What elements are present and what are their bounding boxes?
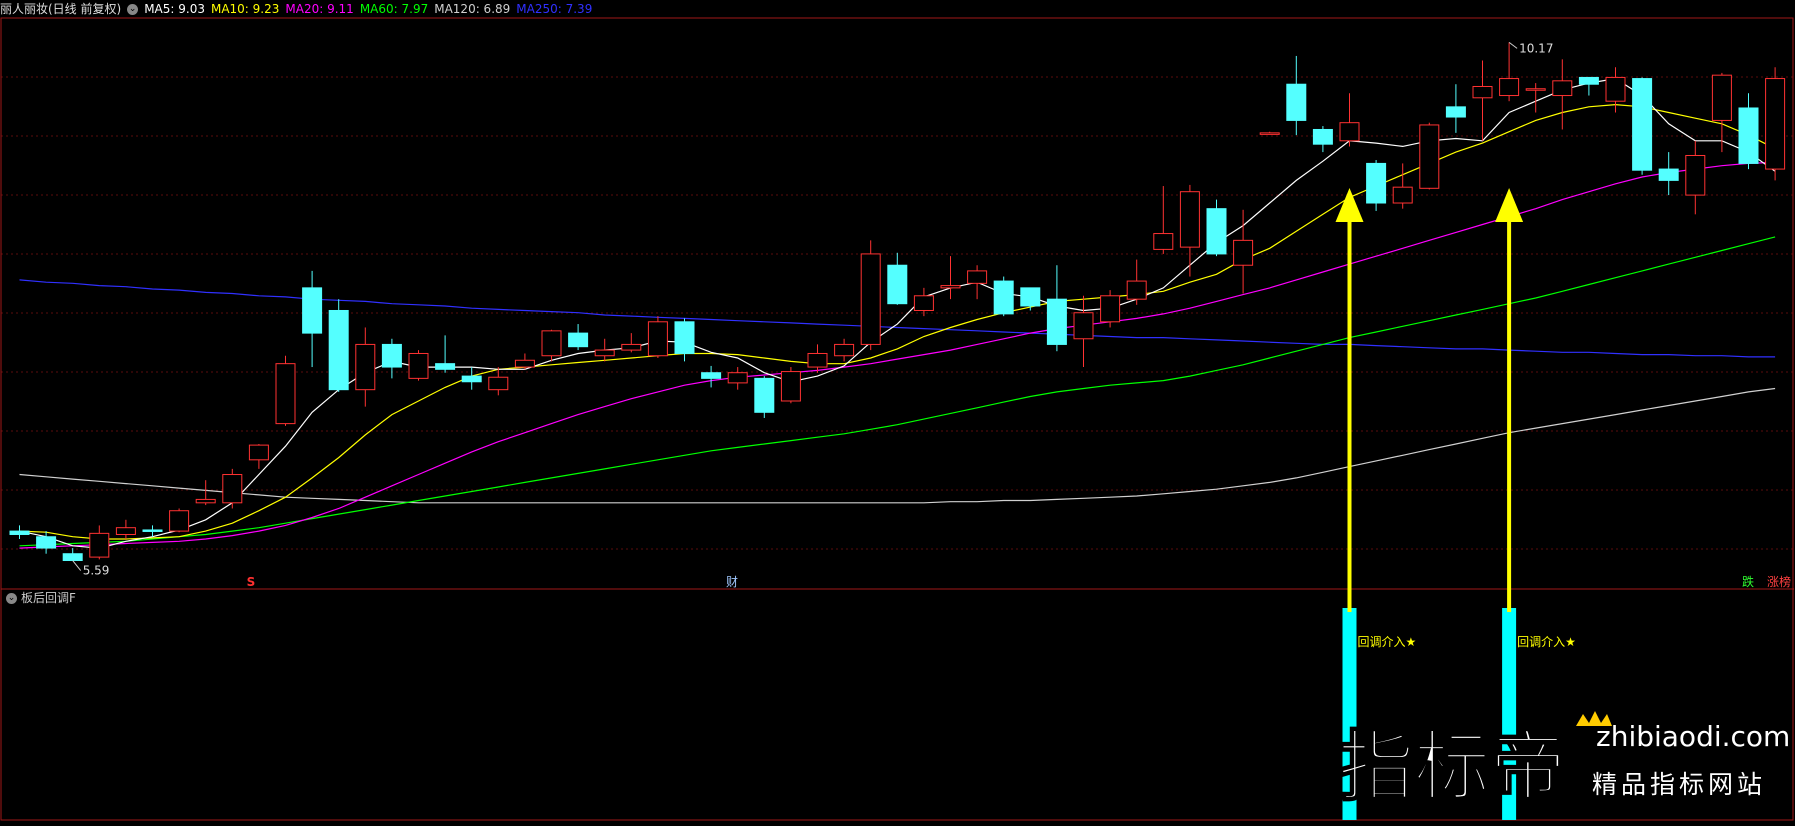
up-candle (541, 330, 562, 357)
down-candle (1578, 76, 1599, 85)
up-candle (1233, 239, 1254, 266)
die-marker: 跌 (1742, 574, 1754, 589)
up-candle (222, 474, 243, 504)
up-candle (727, 372, 748, 384)
chart-background (0, 0, 1795, 822)
down-candle (993, 280, 1014, 315)
ma250-label: MA250: 7.39 (516, 2, 593, 16)
ma120-label: MA120: 6.89 (434, 2, 511, 16)
up-candle (940, 285, 961, 289)
s-marker: S (247, 575, 256, 589)
ma10-label: MA10: 9.23 (210, 2, 280, 16)
up-candle (913, 295, 934, 311)
up-candle (1711, 74, 1732, 121)
up-candle (621, 343, 642, 351)
down-candle (754, 377, 775, 413)
up-candle (1073, 312, 1094, 340)
down-candle (1312, 128, 1333, 145)
up-candle (169, 510, 190, 532)
up-candle (807, 352, 828, 368)
up-candle (248, 444, 269, 461)
up-candle (780, 371, 801, 402)
up-candle (355, 343, 376, 391)
down-candle (9, 530, 30, 535)
down-candle (328, 309, 349, 391)
indicator-options-icon[interactable]: ⌄ (6, 593, 17, 604)
down-candle (461, 375, 482, 383)
down-candle (1738, 107, 1759, 164)
chart-header: 丽人丽妆(日线 前复权) ⌄ MA5: 9.03 MA10: 9.23 MA20: 9.… (0, 0, 598, 18)
down-candle (1206, 208, 1227, 255)
down-candle (1658, 168, 1679, 181)
down-candle (674, 321, 695, 354)
indicator-header: ⌄ 板后回调F (6, 590, 76, 606)
price-chart[interactable]: 10.17 5.59 回调介入★ 回调介入★ S 财 跌 涨榜 (0, 0, 1795, 822)
ma20-label: MA20: 9.11 (285, 2, 354, 16)
high-price-label: 10.17 (1519, 41, 1553, 55)
up-candle (647, 321, 668, 357)
down-candle (1366, 162, 1387, 204)
down-candle (36, 536, 57, 549)
up-candle (1100, 295, 1121, 323)
up-candle (115, 527, 136, 535)
down-candle (62, 553, 83, 562)
up-candle (594, 349, 615, 357)
up-candle (488, 376, 509, 391)
down-candle (1046, 298, 1067, 345)
low-price-label: 5.59 (83, 564, 110, 578)
up-candle (275, 363, 296, 425)
up-candle (1179, 191, 1200, 248)
up-candle (514, 359, 535, 368)
down-candle (302, 287, 323, 334)
up-candle (1259, 132, 1280, 135)
up-candle (408, 352, 429, 379)
up-candle (1419, 124, 1440, 189)
up-candle (195, 498, 216, 504)
zhang-marker: 涨榜 (1767, 574, 1791, 589)
signal-bar (1502, 608, 1517, 820)
up-candle (1339, 122, 1360, 142)
stock-name: 丽人丽妆(日线 前复权) (0, 2, 122, 16)
cai-marker: 财 (726, 575, 738, 589)
down-candle (142, 529, 163, 532)
up-candle (834, 343, 855, 357)
down-candle (887, 264, 908, 305)
up-candle (1472, 85, 1493, 99)
up-candle (1126, 280, 1147, 300)
up-candle (1525, 88, 1546, 91)
up-candle (1392, 186, 1413, 204)
up-candle (1605, 76, 1626, 102)
up-candle (1499, 78, 1520, 97)
down-candle (1445, 106, 1466, 118)
down-candle (435, 363, 456, 370)
signal-label: 回调介入★ (1358, 635, 1417, 649)
down-candle (381, 343, 402, 368)
ma60-label: MA60: 7.97 (359, 2, 429, 16)
down-candle (568, 332, 589, 348)
up-candle (1552, 80, 1573, 97)
signal-bar (1342, 608, 1357, 820)
options-icon[interactable]: ⌄ (127, 4, 139, 15)
down-candle (701, 372, 722, 379)
down-candle (1020, 287, 1041, 307)
signal-label: 回调介入★ (1517, 635, 1576, 649)
ma5-label: MA5: 9.03 (144, 2, 205, 16)
up-candle (1153, 233, 1174, 250)
indicator-name: 板后回调F (21, 591, 76, 605)
up-candle (1765, 78, 1786, 170)
down-candle (1286, 83, 1307, 121)
up-candle (860, 253, 881, 345)
down-candle (1632, 78, 1653, 171)
up-candle (89, 532, 110, 558)
up-candle (1685, 154, 1706, 196)
up-candle (967, 270, 988, 284)
